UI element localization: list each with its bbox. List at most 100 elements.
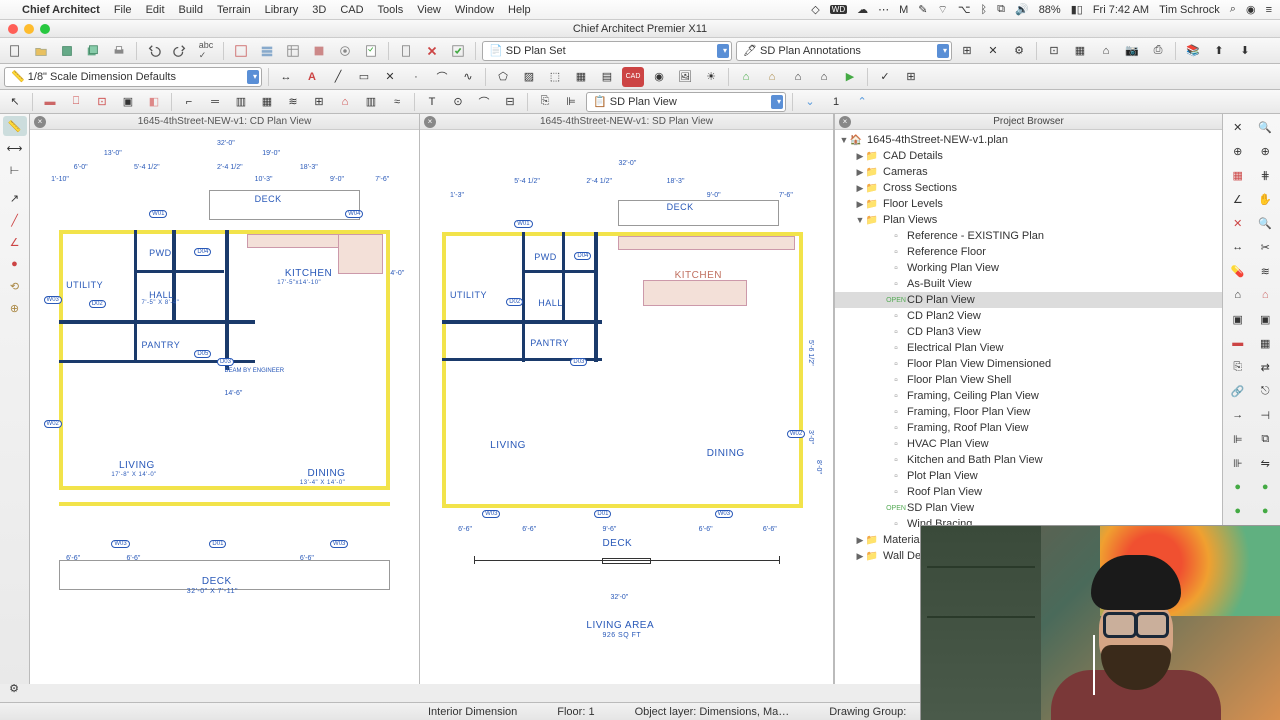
tape-measure-tool[interactable]: 📏	[3, 116, 27, 136]
save-button[interactable]	[56, 41, 78, 61]
layer-display-button[interactable]	[230, 41, 252, 61]
calculator-button[interactable]	[395, 41, 417, 61]
appliance-tool-button[interactable]: ▦	[256, 92, 278, 112]
grid-snap[interactable]: ▦	[1225, 164, 1251, 186]
tree-row[interactable]: ▫ CD Plan3 View	[835, 324, 1222, 340]
floor-up-nav[interactable]: ⌃	[851, 92, 873, 112]
vol-view-3[interactable]: ●	[1225, 500, 1251, 522]
floor-ref-button[interactable]: ⊞	[308, 92, 330, 112]
checklist-button[interactable]	[360, 41, 382, 61]
siri-icon[interactable]: ◉	[1246, 3, 1256, 16]
redo-button[interactable]	[169, 41, 191, 61]
dim-2-button[interactable]: ⊟	[499, 92, 521, 112]
vol-view-4[interactable]: ●	[1253, 500, 1279, 522]
dim-tool-1[interactable]: ↔	[275, 67, 297, 87]
app-name[interactable]: Chief Architect	[22, 4, 100, 16]
x-tool-button[interactable]: ✕	[379, 67, 401, 87]
text-tool-button[interactable]: A	[301, 67, 323, 87]
defaults-button[interactable]	[334, 41, 356, 61]
spline-tool-button[interactable]: ∿	[457, 67, 479, 87]
plan-check-button[interactable]: ✓	[874, 67, 896, 87]
copy-button[interactable]: ⎘	[534, 92, 556, 112]
schedule-button[interactable]	[282, 41, 304, 61]
ruby-button[interactable]	[308, 41, 330, 61]
poly-tool-button[interactable]: ⬠	[492, 67, 514, 87]
floor-down-button[interactable]: ⬇	[1234, 41, 1256, 61]
layers-tool-button[interactable]: ≋	[282, 92, 304, 112]
tree-row[interactable]: ▫ As-Built View	[835, 276, 1222, 292]
select-tool-button[interactable]: ↖	[4, 92, 26, 112]
zoom-tool[interactable]: 🔍	[1253, 116, 1279, 138]
cam-view-1[interactable]: ▬	[1225, 332, 1251, 354]
cad-tool-button[interactable]: CAD	[622, 67, 644, 87]
menu-terrain[interactable]: Terrain	[217, 4, 251, 16]
text-2-button[interactable]: T	[421, 92, 443, 112]
anno-tool-2[interactable]: ✕	[982, 41, 1004, 61]
snap-tool[interactable]: ✕	[1225, 116, 1251, 138]
mail-icon[interactable]: M	[899, 4, 908, 16]
default-settings-button[interactable]	[421, 41, 443, 61]
app-extra-icon[interactable]: ⋯	[878, 3, 889, 16]
floor-up-button[interactable]: ⬆	[1208, 41, 1230, 61]
tree-row[interactable]: ▫ Framing, Roof Plan View	[835, 420, 1222, 436]
battery-icon[interactable]: ▮▯	[1071, 3, 1083, 16]
truss-button[interactable]: ▥	[360, 92, 382, 112]
list-icon[interactable]: ≡	[1266, 4, 1272, 16]
wall-tool-button[interactable]: ▦	[1069, 41, 1091, 61]
eyedrop-tool[interactable]: 💊	[1225, 260, 1251, 282]
flip-h[interactable]: ⇋	[1253, 452, 1279, 474]
menu-help[interactable]: Help	[508, 4, 531, 16]
tree-row[interactable]: ▫ Framing, Ceiling Plan View	[835, 388, 1222, 404]
tree-row[interactable]: ▫ Framing, Floor Plan View	[835, 404, 1222, 420]
align-button[interactable]: ⊫	[560, 92, 582, 112]
house-view-2[interactable]: ⌂	[1253, 284, 1279, 306]
menu-edit[interactable]: Edit	[146, 4, 165, 16]
window-maximize-button[interactable]	[40, 24, 50, 34]
flip-obj[interactable]: ⇄	[1253, 356, 1279, 378]
tree-row[interactable]: ▫ HVAC Plan View	[835, 436, 1222, 452]
tree-row[interactable]: ▫ Working Plan View	[835, 260, 1222, 276]
grid-tool-button[interactable]: ▦	[570, 67, 592, 87]
trim-tool[interactable]: ⊣	[1253, 404, 1279, 426]
camera-button[interactable]: 📷	[1121, 41, 1143, 61]
new-file-button[interactable]	[4, 41, 26, 61]
wd-icon[interactable]: WD	[830, 5, 847, 14]
framing-tool-button[interactable]: ═	[204, 92, 226, 112]
project-browser-close[interactable]: ×	[839, 116, 851, 128]
tree-row[interactable]: ▫ Floor Plan View Dimensioned	[835, 356, 1222, 372]
viewport-right-canvas[interactable]: 32'-0" 5'-4 1/2" 2'-4 1/2" 18'-3" 1'-3" …	[420, 130, 833, 684]
library-button[interactable]: 📚	[1182, 41, 1204, 61]
tree-row[interactable]: OPEN CD Plan View	[835, 292, 1222, 308]
volume-icon[interactable]: 🔊	[1015, 3, 1029, 16]
battery-pct[interactable]: 88%	[1039, 4, 1061, 16]
cloud-icon[interactable]: ⌔	[937, 3, 947, 17]
spotlight-icon[interactable]: ⌕	[1230, 3, 1236, 16]
zoom-extents-2[interactable]: ⊕	[1253, 140, 1279, 162]
bluetooth-icon[interactable]: ᛒ	[981, 4, 988, 16]
line-tool-button[interactable]: ╱	[327, 67, 349, 87]
cam-view-2[interactable]: ▦	[1253, 332, 1279, 354]
layout-button[interactable]: ⊞	[900, 67, 922, 87]
settings-gear-button[interactable]: ⚙	[4, 678, 24, 698]
marker-tool[interactable]: ●	[3, 254, 27, 274]
sun-tool-button[interactable]: ☀	[700, 67, 722, 87]
angle-tool[interactable]: ∠	[3, 232, 27, 252]
tree-row[interactable]: ▫ Electrical Plan View	[835, 340, 1222, 356]
outlet-button[interactable]: ⊙	[447, 92, 469, 112]
auto-elev-tool[interactable]: ⊕	[3, 298, 27, 318]
window-close-button[interactable]	[8, 24, 18, 34]
menu-cad[interactable]: CAD	[340, 4, 363, 16]
extend-tool[interactable]: →	[1225, 404, 1251, 426]
distribute-tool[interactable]: ⊪	[1225, 452, 1251, 474]
break-obj[interactable]: ⎋	[1253, 380, 1279, 402]
menu-window[interactable]: Window	[455, 4, 494, 16]
creative-cloud-icon[interactable]: ☁	[857, 3, 868, 16]
zoom-window[interactable]: 🔍	[1253, 212, 1279, 234]
record-button[interactable]: ▶	[839, 67, 861, 87]
viewport-left-canvas[interactable]: 32'-0" 13'-0" 19'-0" 6'-0" 5'-4 1/2" 2'-…	[30, 130, 419, 684]
annotations-combo[interactable]: 🖊 SD Plan Annotations ▾	[736, 41, 952, 61]
vol-view[interactable]: ●	[1225, 476, 1251, 498]
house-3d-button[interactable]: ⌂	[735, 67, 757, 87]
spellcheck-button[interactable]: abc✓	[195, 41, 217, 61]
copy-obj[interactable]: ⎘	[1225, 356, 1251, 378]
